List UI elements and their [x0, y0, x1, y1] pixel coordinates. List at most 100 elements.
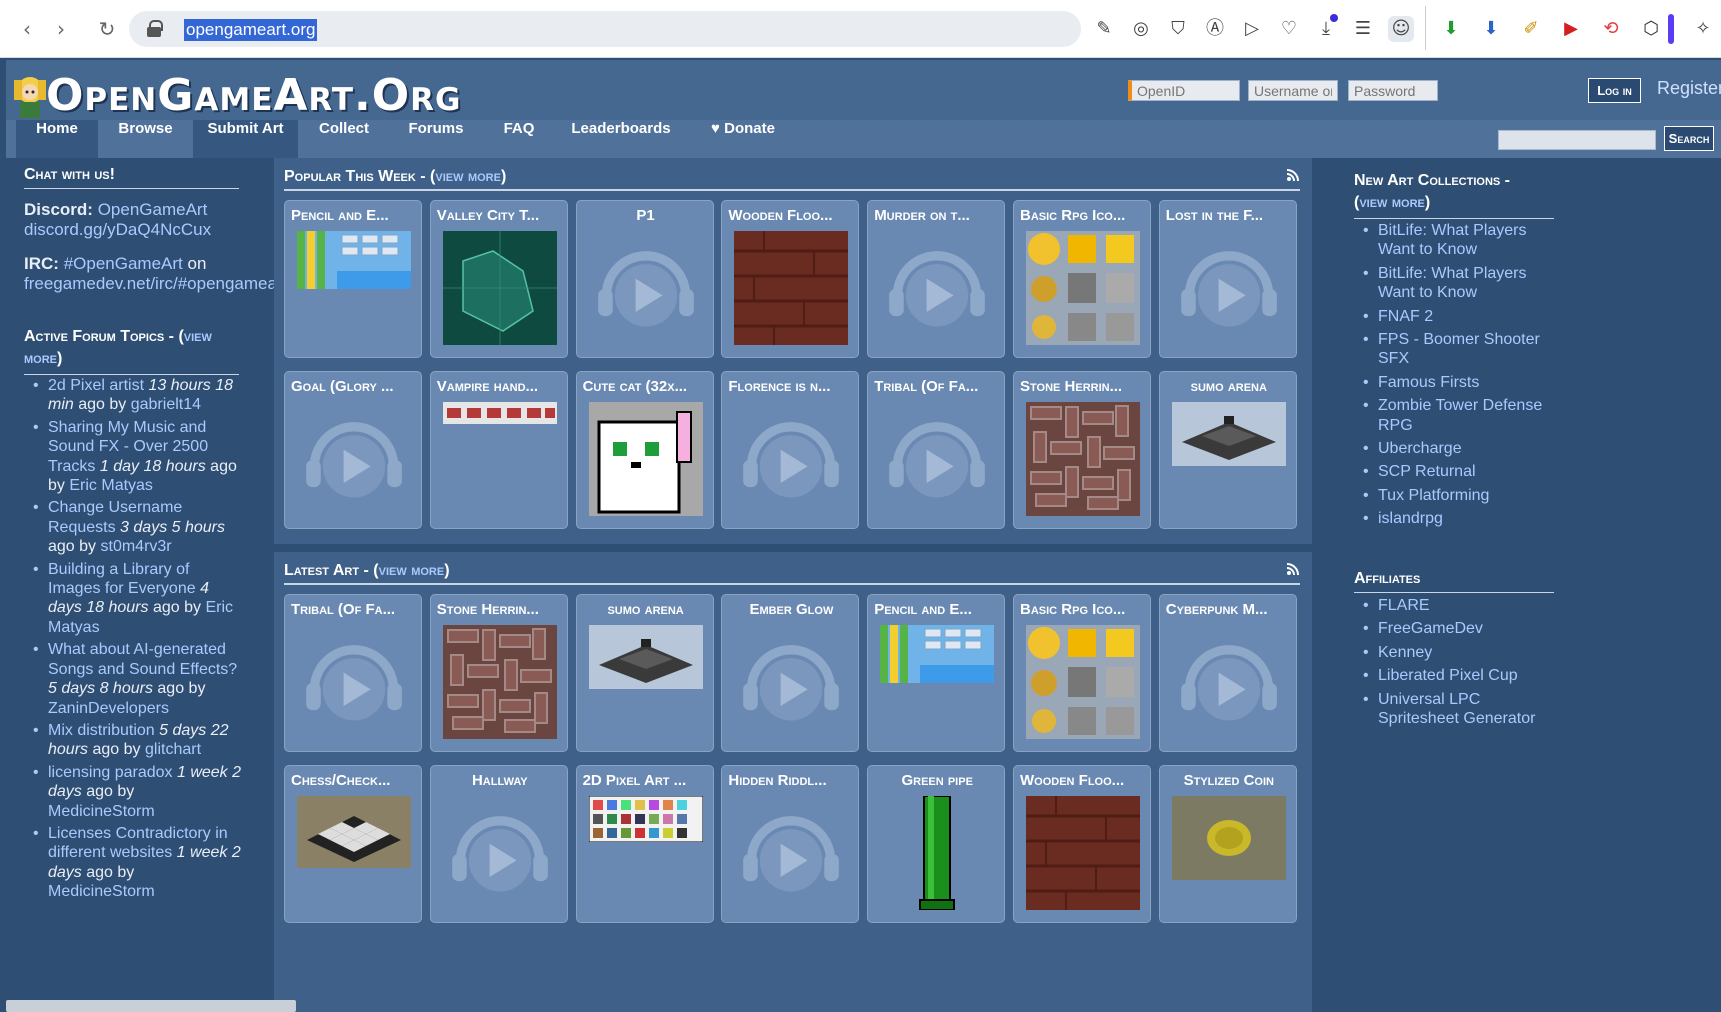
art-tile-title[interactable]: 2D Pixel Art ...	[577, 772, 713, 789]
topic-link[interactable]: Building a Library of Images for Everyon…	[48, 561, 196, 597]
art-tile-title[interactable]: sumo arena	[577, 601, 713, 618]
art-tile-title[interactable]: Cyberpunk M...	[1160, 601, 1296, 618]
discord-url-link[interactable]: discord.gg/yDaQ4NcCux	[24, 220, 211, 239]
art-tile-title[interactable]: Ember Glow	[722, 601, 858, 618]
art-tile[interactable]: Cute cat (32x...	[575, 371, 714, 529]
topic-user-link[interactable]: Eric Matyas	[69, 477, 153, 494]
topic-user-link[interactable]: MedicineStorm	[48, 803, 155, 820]
art-tile[interactable]: Wooden Floo...	[1013, 765, 1151, 923]
topic-user-link[interactable]: gabrielt14	[131, 396, 201, 413]
art-tile[interactable]: 2D Pixel Art ...	[575, 765, 714, 923]
nav-donate[interactable]: ♥ Donate	[688, 120, 798, 158]
art-tile[interactable]: Stone Herrin...	[429, 594, 568, 752]
youtube-extension-icon[interactable]: ▶	[1558, 16, 1584, 42]
translate-icon[interactable]: Ⓐ	[1202, 16, 1228, 42]
collection-link[interactable]: BitLife: What Players Want to Know	[1378, 265, 1527, 301]
pencil-extension-icon[interactable]: ✐	[1518, 16, 1544, 42]
art-tile-title[interactable]: Stone Herrin...	[431, 601, 567, 618]
affiliate-link[interactable]: FreeGameDev	[1378, 620, 1483, 637]
art-tile[interactable]: Stone Herrin...	[1013, 371, 1151, 529]
art-tile[interactable]: Tribal (Of Fa...	[867, 371, 1006, 529]
art-tile[interactable]: Ember Glow	[721, 594, 860, 752]
horizontal-scrollbar[interactable]	[6, 1000, 296, 1012]
art-tile-title[interactable]: Florence is n...	[722, 378, 858, 395]
art-tile[interactable]: Florence is n...	[721, 371, 860, 529]
art-tile-title[interactable]: Wooden Floo...	[1014, 772, 1150, 789]
art-tile[interactable]: P1	[575, 200, 714, 358]
topic-link[interactable]: 2d Pixel artist	[48, 377, 144, 394]
address-bar[interactable]: opengameart.org	[129, 11, 1081, 47]
art-tile[interactable]: Vampire hand...	[429, 371, 568, 529]
art-tile[interactable]: Murder on t...	[867, 200, 1006, 358]
art-tile[interactable]: Pencil and E...	[867, 594, 1006, 752]
topic-user-link[interactable]: MedicineStorm	[48, 883, 155, 900]
lock-icon[interactable]	[147, 20, 163, 37]
art-tile-title[interactable]: Basic Rpg Ico...	[1014, 601, 1150, 618]
rss-icon[interactable]	[1286, 562, 1300, 576]
collection-link[interactable]: Zombie Tower Defense RPG	[1378, 397, 1542, 433]
art-tile-title[interactable]: Murder on t...	[868, 207, 1004, 224]
art-tile-title[interactable]: Valley City T...	[431, 207, 567, 224]
search-input[interactable]	[1498, 130, 1656, 150]
forward-icon[interactable]: ›	[48, 16, 74, 42]
nav-faq[interactable]: FAQ	[484, 120, 554, 158]
art-tile-title[interactable]: Cute cat (32x...	[577, 378, 713, 395]
art-tile[interactable]: Wooden Floo...	[721, 200, 860, 358]
nav-collect[interactable]: Collect	[304, 120, 384, 158]
collection-link[interactable]: SCP Returnal	[1378, 463, 1476, 480]
irc-url-link[interactable]: freegamedev.net/irc/#opengameart	[24, 274, 287, 293]
blue-extension-icon[interactable]: ⬇	[1478, 16, 1504, 42]
collection-link[interactable]: islandrpg	[1378, 510, 1443, 527]
rss-icon[interactable]	[1286, 168, 1300, 182]
openid-field[interactable]	[1128, 80, 1240, 101]
username-field[interactable]	[1248, 80, 1338, 101]
topic-user-link[interactable]: glitchart	[145, 741, 201, 758]
nav-home[interactable]: Home	[16, 120, 98, 158]
shield-icon[interactable]: ⛉	[1165, 16, 1191, 42]
art-tile[interactable]: Tribal (Of Fa...	[284, 594, 422, 752]
nav-submit-art[interactable]: Submit Art	[193, 120, 298, 158]
url-text[interactable]: opengameart.org	[184, 19, 318, 41]
popular-view-more-link[interactable]: view more	[435, 168, 501, 185]
site-logo[interactable]: OpenGameArt.Org	[46, 70, 462, 121]
collection-link[interactable]: Ubercharge	[1378, 440, 1462, 457]
art-tile-title[interactable]: Green pipe	[868, 772, 1004, 789]
password-field[interactable]	[1348, 80, 1438, 101]
nav-leaderboards[interactable]: Leaderboards	[556, 120, 686, 158]
art-tile[interactable]: Pencil and E...	[284, 200, 422, 358]
art-tile-title[interactable]: Goal (Glory ...	[285, 378, 421, 395]
cube-extension-icon[interactable]: ⬡	[1638, 16, 1664, 42]
collection-link[interactable]: BitLife: What Players Want to Know	[1378, 222, 1527, 258]
art-tile[interactable]: Basic Rpg Ico...	[1013, 594, 1151, 752]
art-tile-title[interactable]: Tribal (Of Fa...	[285, 601, 421, 618]
art-tile-title[interactable]: Hidden Riddl...	[722, 772, 858, 789]
play-icon[interactable]: ▷	[1239, 16, 1265, 42]
download-icon[interactable]: ⤓	[1313, 14, 1339, 42]
art-tile-title[interactable]: Lost in the F...	[1160, 207, 1296, 224]
art-tile[interactable]: Stylized Coin	[1158, 765, 1297, 923]
art-tile[interactable]: Basic Rpg Ico...	[1013, 200, 1151, 358]
topic-link[interactable]: What about AI-generated Songs and Sound …	[48, 641, 237, 677]
art-tile[interactable]: sumo arena	[575, 594, 714, 752]
menu-icon[interactable]: ☰	[1350, 16, 1376, 42]
art-tile[interactable]: Hallway	[429, 765, 568, 923]
art-tile[interactable]: sumo arena	[1158, 371, 1297, 529]
nav-browse[interactable]: Browse	[103, 120, 188, 158]
collection-link[interactable]: FPS - Boomer Shooter SFX	[1378, 331, 1540, 367]
art-tile-title[interactable]: Tribal (Of Fa...	[868, 378, 1004, 395]
art-tile[interactable]: Lost in the F...	[1158, 200, 1297, 358]
profile-icon[interactable]: ☺	[1388, 16, 1414, 42]
art-tile-title[interactable]: Stylized Coin	[1160, 772, 1296, 789]
collection-link[interactable]: Famous Firsts	[1378, 374, 1479, 391]
camera-icon[interactable]: ◎	[1128, 16, 1154, 42]
register-link[interactable]: Register	[1657, 78, 1721, 99]
heart-icon[interactable]: ♡	[1276, 16, 1302, 42]
latest-view-more-link[interactable]: view more	[379, 562, 445, 579]
art-tile-title[interactable]: Wooden Floo...	[722, 207, 858, 224]
art-tile[interactable]: Green pipe	[867, 765, 1006, 923]
topic-link[interactable]: Mix distribution	[48, 722, 155, 739]
art-tile[interactable]: Hidden Riddl...	[721, 765, 860, 923]
nav-forums[interactable]: Forums	[391, 120, 481, 158]
art-tile-title[interactable]: Pencil and E...	[285, 207, 421, 224]
discord-name-link[interactable]: OpenGameArt	[98, 200, 208, 219]
